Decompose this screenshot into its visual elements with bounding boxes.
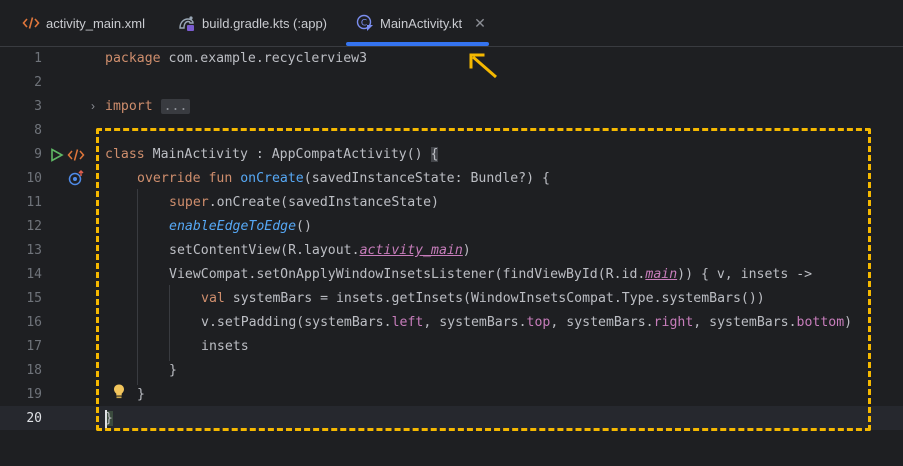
keyword: import bbox=[105, 99, 153, 114]
code-editor[interactable]: 1 2 3 8 9 10 11 12 13 14 15 16 17 18 19 … bbox=[0, 47, 903, 466]
line-number: 3 bbox=[34, 99, 42, 114]
override-gutter-icon[interactable] bbox=[68, 170, 86, 186]
tab-label: activity_main.xml bbox=[46, 15, 145, 31]
line-number: 10 bbox=[26, 171, 42, 186]
gradle-icon bbox=[178, 14, 196, 32]
line-number: 12 bbox=[26, 219, 42, 234]
line-number: 19 bbox=[26, 387, 42, 402]
line-number: 11 bbox=[26, 195, 42, 210]
code-line-1: package com.example.recyclerview3 bbox=[105, 51, 367, 66]
line-number-current: 20 bbox=[26, 411, 42, 426]
code-line-3: import ... bbox=[105, 99, 191, 114]
xml-layout-gutter-icon[interactable] bbox=[67, 148, 85, 162]
line-number: 14 bbox=[26, 267, 42, 282]
kotlin-class-icon: C bbox=[356, 14, 374, 32]
tab-build-gradle[interactable]: build.gradle.kts (:app) bbox=[178, 0, 327, 46]
line-number: 2 bbox=[34, 75, 42, 90]
tab-label: MainActivity.kt bbox=[380, 15, 463, 31]
xml-code-icon bbox=[22, 14, 40, 32]
line-number: 8 bbox=[34, 123, 42, 138]
tab-activity-main-xml[interactable]: activity_main.xml bbox=[22, 0, 145, 46]
editor-tab-bar: activity_main.xml build.gradle.kts (:app… bbox=[0, 0, 903, 47]
line-number: 18 bbox=[26, 363, 42, 378]
tab-mainactivity-kt[interactable]: C MainActivity.kt ✕ bbox=[356, 0, 486, 46]
code-text: com.example.recyclerview3 bbox=[160, 51, 368, 66]
line-number: 13 bbox=[26, 243, 42, 258]
active-tab-indicator bbox=[346, 42, 489, 46]
line-number: 1 bbox=[34, 51, 42, 66]
folded-imports[interactable]: ... bbox=[160, 99, 191, 114]
line-number: 9 bbox=[34, 147, 42, 162]
line-number: 17 bbox=[26, 339, 42, 354]
line-number: 15 bbox=[26, 291, 42, 306]
fold-expand-icon[interactable]: › bbox=[91, 99, 95, 113]
keyword: package bbox=[105, 51, 161, 66]
annotation-highlight-box bbox=[96, 128, 871, 431]
svg-text:C: C bbox=[361, 19, 367, 29]
tab-label: build.gradle.kts (:app) bbox=[202, 15, 328, 31]
close-icon[interactable]: ✕ bbox=[474, 15, 486, 32]
line-number: 16 bbox=[26, 315, 42, 330]
run-gutter-icon[interactable] bbox=[50, 148, 64, 162]
